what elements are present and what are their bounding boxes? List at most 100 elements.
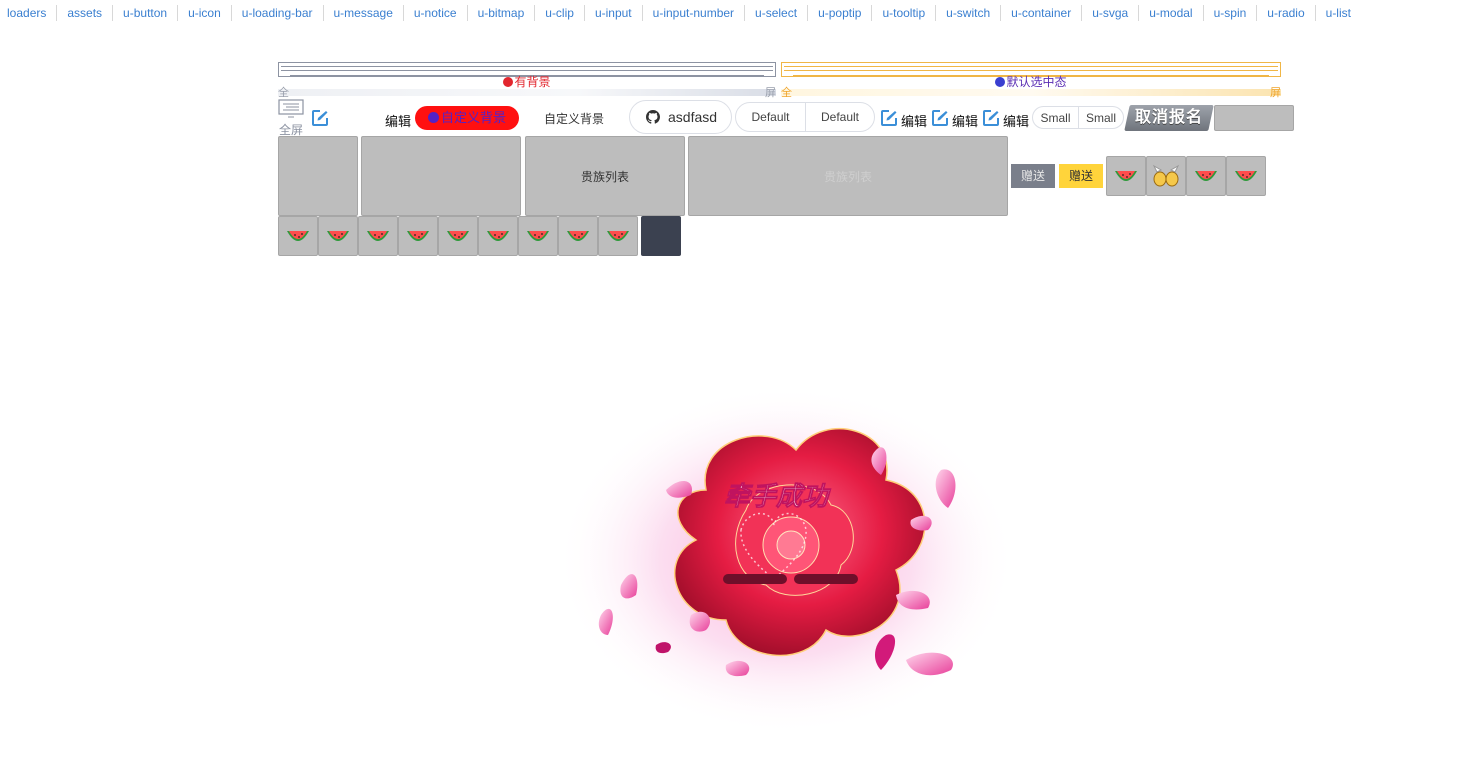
gift-tile[interactable] [278, 216, 318, 256]
bar-line [281, 66, 773, 67]
gift-tile[interactable] [398, 216, 438, 256]
candy-wings-icon [1152, 164, 1180, 187]
nav-link-u-notice[interactable]: u-notice [402, 5, 467, 21]
bar-corner-right: 屏 [765, 87, 776, 99]
nav-link-u-poptip[interactable]: u-poptip [807, 5, 871, 21]
bar-fade [781, 89, 1281, 96]
gift-tile[interactable] [1146, 156, 1186, 196]
cancel-signup-label: 取消报名 [1134, 109, 1203, 126]
nav-link-u-list[interactable]: u-list [1314, 5, 1361, 21]
nav-link-u-modal[interactable]: u-modal [1138, 5, 1202, 21]
watermelon-icon [1115, 171, 1137, 181]
bar-corner-left: 全 [278, 87, 289, 99]
watermelon-icon [447, 231, 469, 241]
edit-label[interactable]: 编辑 [1003, 111, 1029, 130]
small-button-group: Small Small [1032, 106, 1124, 129]
nav-link-u-clip[interactable]: u-clip [534, 5, 584, 21]
github-input[interactable]: asdfasd [629, 100, 732, 134]
watermelon-icon [1235, 171, 1257, 181]
default-button-2[interactable]: Default [805, 103, 874, 131]
gift-tile[interactable] [358, 216, 398, 256]
gift-tile[interactable] [1106, 156, 1146, 196]
gift-tile[interactable] [478, 216, 518, 256]
small-button-2[interactable]: Small [1078, 107, 1123, 128]
watermelon-icon [527, 231, 549, 241]
default-button-group: Default Default [735, 102, 875, 132]
nav-link-u-select[interactable]: u-select [744, 5, 807, 21]
edit-square-icon[interactable] [931, 109, 949, 127]
gift-tile[interactable] [1226, 156, 1266, 196]
custom-background-pill-button[interactable]: 自定义背景 [415, 106, 519, 130]
github-input-value: asdfasd [668, 109, 718, 125]
pill-label: 自定义背景 [440, 110, 506, 125]
loading-bar-with-background[interactable]: 有背景 全 屏 [278, 62, 776, 99]
bar-corner-right: 屏 [1270, 87, 1281, 99]
rose-success-illustration: 牵手成功 [556, 385, 1043, 735]
github-icon [503, 77, 514, 87]
gift-tile[interactable] [558, 216, 598, 256]
rose-title: 牵手成功 [724, 482, 831, 512]
bar-fade [278, 89, 776, 96]
gift-button-disabled[interactable]: 赠送 [1011, 164, 1055, 188]
nav-link-u-input-number[interactable]: u-input-number [641, 5, 744, 21]
nav-link-u-tooltip[interactable]: u-tooltip [871, 5, 935, 21]
watermelon-icon [287, 231, 309, 241]
bar-label-text: 默认选中态 [1006, 75, 1067, 89]
bar-line [784, 66, 1278, 67]
bar-label: 有背景 [278, 73, 776, 90]
nav-link-assets[interactable]: assets [56, 5, 112, 21]
nav-link-u-input[interactable]: u-input [583, 5, 642, 21]
edit-square-icon[interactable] [880, 109, 898, 127]
bar-corner-left: 全 [781, 87, 792, 99]
watermelon-icon [487, 231, 509, 241]
edit-label[interactable]: 编辑 [385, 111, 411, 130]
nav-link-u-radio[interactable]: u-radio [1256, 5, 1314, 21]
github-icon [427, 112, 439, 123]
nav-link-u-spin[interactable]: u-spin [1202, 5, 1257, 21]
nav-link-loaders[interactable]: loaders [0, 5, 56, 21]
bar-label: 默认选中态 [781, 73, 1281, 90]
watermelon-icon [1195, 171, 1217, 181]
nav-link-u-container[interactable]: u-container [1000, 5, 1081, 21]
dark-tile[interactable] [641, 216, 681, 256]
noble-list-label: 贵族列表 [823, 169, 872, 184]
watermelon-icon [607, 231, 629, 241]
bar-label-text: 有背景 [514, 75, 551, 89]
default-button-1[interactable]: Default [736, 103, 805, 131]
small-button-1[interactable]: Small [1033, 107, 1078, 128]
gift-button[interactable]: 赠送 [1059, 164, 1103, 188]
nav-link-u-icon[interactable]: u-icon [177, 5, 231, 21]
watermelon-icon [407, 231, 429, 241]
gift-tile[interactable] [318, 216, 358, 256]
loading-bar-default-selected[interactable]: 默认选中态 全 屏 [781, 62, 1281, 99]
watermelon-icon [367, 231, 389, 241]
custom-background-text-button[interactable]: 自定义背景 [544, 110, 604, 127]
gift-tile[interactable] [1186, 156, 1226, 196]
gray-box[interactable] [361, 136, 521, 216]
nav-link-u-svga[interactable]: u-svga [1081, 5, 1138, 21]
github-icon [995, 77, 1006, 87]
bar-line [784, 70, 1278, 71]
edit-square-icon[interactable] [982, 109, 1000, 127]
fullscreen-icon[interactable] [278, 99, 304, 119]
cancel-signup-button[interactable]: 取消报名 [1124, 105, 1214, 131]
bar-line [281, 70, 773, 71]
edit-label[interactable]: 编辑 [901, 111, 927, 130]
noble-list-box[interactable]: 贵族列表 [525, 136, 685, 216]
edit-label[interactable]: 编辑 [952, 111, 978, 130]
nav-link-u-loading-bar[interactable]: u-loading-bar [230, 5, 323, 21]
noble-list-box-disabled[interactable]: 贵族列表 [688, 136, 1008, 216]
nav-link-u-bitmap[interactable]: u-bitmap [466, 5, 535, 21]
nav-link-u-switch[interactable]: u-switch [935, 5, 1000, 21]
gift-tile[interactable] [598, 216, 638, 256]
nav-link-u-message[interactable]: u-message [322, 5, 403, 21]
nav-link-u-button[interactable]: u-button [112, 5, 177, 21]
watermelon-icon [567, 231, 589, 241]
gray-box[interactable] [278, 136, 358, 216]
noble-list-label: 贵族列表 [580, 169, 629, 184]
gray-placeholder-button[interactable] [1214, 105, 1294, 131]
top-nav: loaders assets u-button u-icon u-loading-bar… [0, 4, 1361, 22]
gift-tile[interactable] [518, 216, 558, 256]
edit-square-icon[interactable] [311, 109, 329, 127]
gift-tile[interactable] [438, 216, 478, 256]
